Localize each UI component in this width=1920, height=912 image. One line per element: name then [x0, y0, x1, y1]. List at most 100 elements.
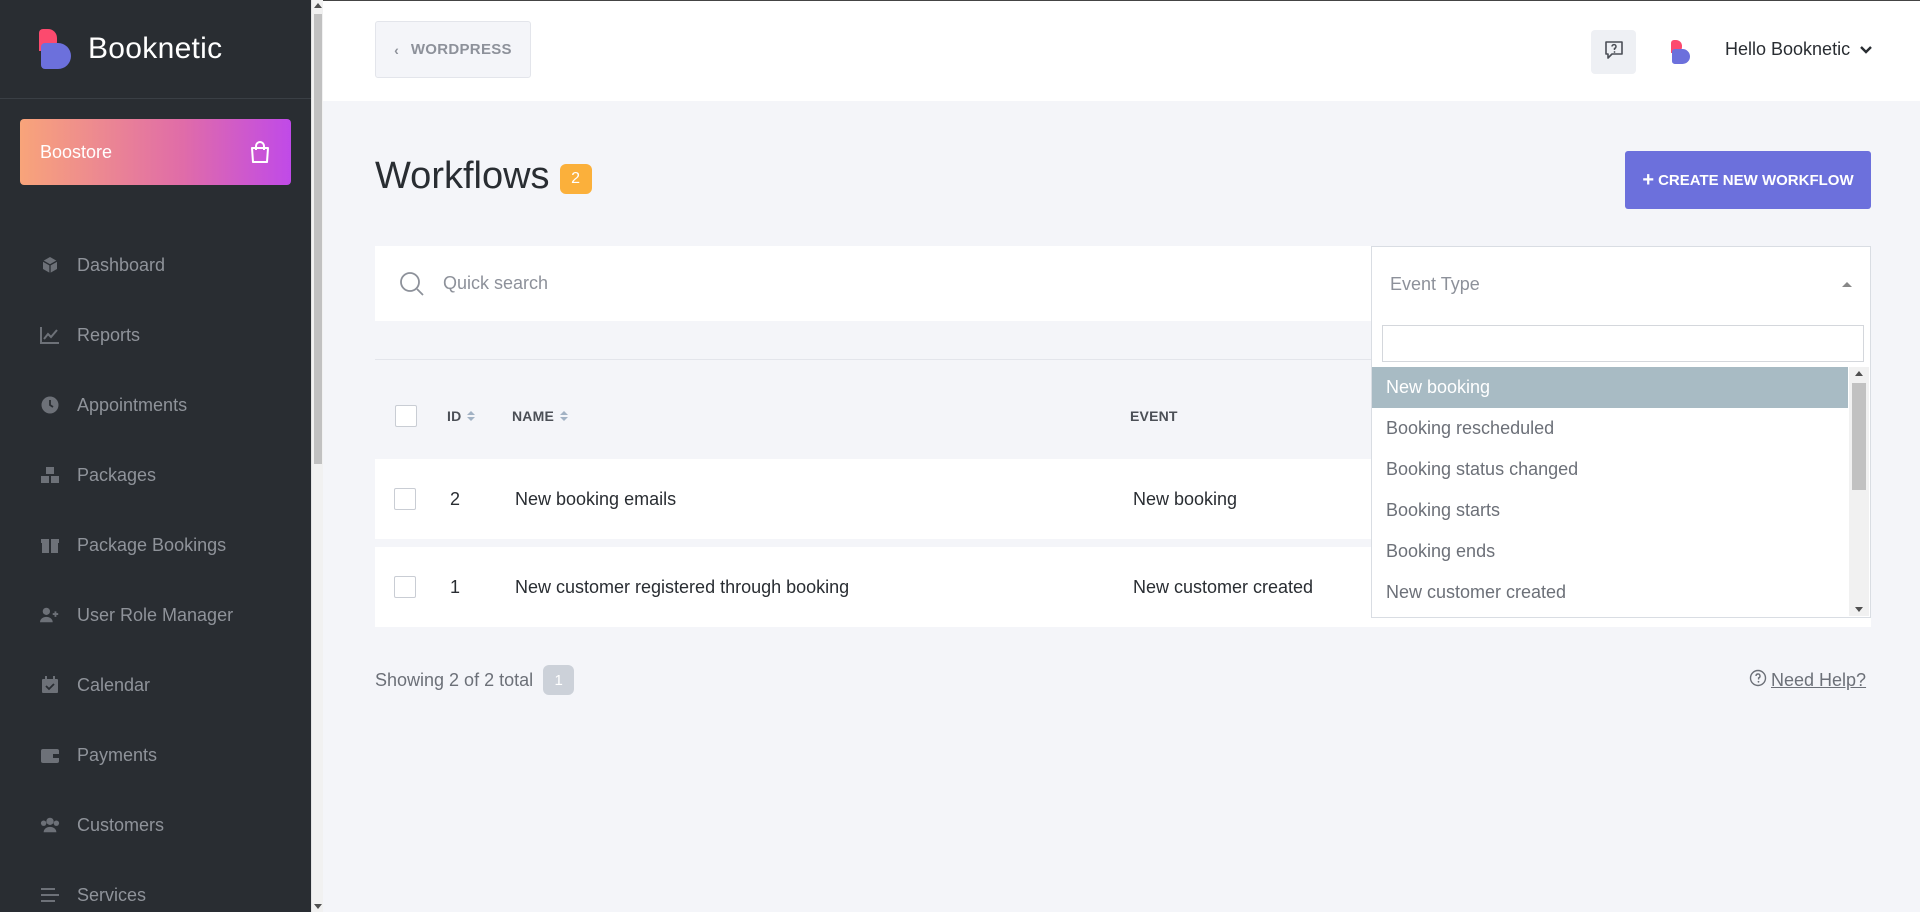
- table-header: ID NAME EVENT: [375, 391, 1371, 441]
- dropdown-option-booking-starts[interactable]: Booking starts: [1372, 490, 1848, 531]
- sort-icon: [467, 411, 476, 421]
- boostore-button[interactable]: Boostore: [20, 119, 291, 185]
- sidebar-item-services[interactable]: Services: [0, 860, 311, 912]
- cube-icon: [40, 255, 60, 275]
- column-label-id: ID: [447, 408, 462, 424]
- search-panel: [375, 246, 1371, 321]
- sidebar-item-appointments[interactable]: Appointments: [0, 370, 311, 440]
- user-plus-icon: [40, 605, 60, 625]
- scroll-down-arrow-icon[interactable]: [1855, 607, 1863, 612]
- boostore-label: Boostore: [40, 141, 113, 162]
- user-greeting: Hello Booknetic: [1725, 39, 1851, 59]
- wallet-icon: [40, 745, 60, 765]
- sidebar-item-calendar[interactable]: Calendar: [0, 650, 311, 720]
- scrollbar-thumb[interactable]: [314, 14, 322, 464]
- dropdown-option-booking-rescheduled[interactable]: Booking rescheduled: [1372, 408, 1848, 449]
- boxes-icon: [40, 465, 60, 485]
- sidebar-item-label: Customers: [77, 814, 165, 835]
- booknetic-logo-icon: [39, 29, 73, 69]
- column-header-name[interactable]: NAME: [512, 391, 569, 441]
- event-type-label: Event Type: [1390, 273, 1480, 294]
- plus-icon: +: [1642, 168, 1655, 191]
- help-chat-button[interactable]: [1591, 30, 1636, 74]
- page-scrollbar[interactable]: [311, 0, 323, 912]
- column-label-event: EVENT: [1130, 408, 1178, 424]
- question-circle-icon: [1749, 669, 1767, 692]
- search-icon: [399, 271, 425, 297]
- column-label-name: NAME: [512, 408, 555, 424]
- gift-box-icon: [40, 535, 60, 555]
- row-id: 2: [450, 488, 461, 509]
- dropdown-option-booking-ends[interactable]: Booking ends: [1372, 531, 1848, 572]
- need-help-link[interactable]: Need Help?: [1749, 669, 1866, 692]
- sidebar-item-label: Package Bookings: [77, 534, 227, 555]
- page-button-1[interactable]: 1: [543, 665, 575, 695]
- row-event: New booking: [1133, 488, 1238, 509]
- list-icon: [40, 885, 60, 905]
- sidebar-item-label: Reports: [77, 324, 141, 345]
- question-chat-icon: [1603, 39, 1625, 66]
- sidebar-item-user-role-manager[interactable]: User Role Manager: [0, 580, 311, 650]
- scroll-up-arrow-icon[interactable]: [1855, 371, 1863, 376]
- sidebar-item-packages[interactable]: Packages: [0, 440, 311, 510]
- row-id: 1: [450, 576, 461, 597]
- create-new-workflow-label: CREATE NEW WORKFLOW: [1658, 171, 1854, 189]
- chart-line-icon: [40, 325, 60, 345]
- users-icon: [40, 815, 60, 835]
- quick-search-input[interactable]: [443, 273, 1343, 294]
- row-checkbox-cell: [394, 547, 416, 627]
- row-checkbox[interactable]: [394, 488, 416, 510]
- count-badge: 2: [559, 163, 592, 194]
- row-checkbox[interactable]: [394, 576, 416, 598]
- sidebar-nav: Dashboard Reports Appointments Packages …: [0, 230, 311, 912]
- need-help-label: Need Help?: [1771, 670, 1867, 690]
- create-new-workflow-button[interactable]: + CREATE NEW WORKFLOW: [1625, 151, 1871, 209]
- brand[interactable]: Booknetic: [0, 0, 311, 99]
- sidebar-item-package-bookings[interactable]: Package Bookings: [0, 510, 311, 580]
- dropdown-scrollbar-thumb[interactable]: [1852, 383, 1866, 490]
- caret-up-icon: [1842, 281, 1852, 287]
- dropdown-option-booking-status-changed[interactable]: Booking status changed: [1372, 449, 1848, 490]
- sidebar-item-label: Appointments: [77, 394, 188, 415]
- row-checkbox-cell: [394, 459, 416, 539]
- sort-icon: [560, 411, 569, 421]
- scroll-down-arrow-icon[interactable]: [314, 904, 322, 909]
- row-name: New booking emails: [515, 488, 677, 509]
- brand-name: Booknetic: [88, 32, 223, 65]
- chevron-left-icon: ‹: [394, 41, 399, 58]
- sidebar-item-label: Payments: [77, 744, 158, 765]
- scroll-up-arrow-icon[interactable]: [314, 3, 322, 8]
- calendar-check-icon: [40, 675, 60, 695]
- select-all-checkbox[interactable]: [395, 405, 417, 427]
- row-event: New customer created: [1133, 576, 1314, 597]
- dropdown-scrollbar[interactable]: [1849, 367, 1869, 616]
- sidebar-item-label: User Role Manager: [77, 604, 234, 625]
- sidebar-item-customers[interactable]: Customers: [0, 790, 311, 860]
- sidebar: Booknetic Boostore Dashboard Reports App…: [0, 0, 311, 912]
- event-type-dropdown: New booking Booking rescheduled Booking …: [1371, 320, 1871, 618]
- sidebar-item-label: Packages: [77, 464, 157, 485]
- sidebar-item-reports[interactable]: Reports: [0, 300, 311, 370]
- shopping-bag-icon: [249, 140, 271, 164]
- pagination-info: Showing 2 of 2 total 1: [375, 665, 575, 695]
- clock-icon: [40, 395, 60, 415]
- row-name: New customer registered through booking: [515, 576, 850, 597]
- top-header: ‹ WORDPRESS Hello Booknetic: [323, 0, 1920, 101]
- page-title-row: Workflows 2: [375, 155, 592, 198]
- dropdown-options: New booking Booking rescheduled Booking …: [1372, 367, 1848, 613]
- event-type-select[interactable]: Event Type: [1371, 246, 1871, 321]
- dropdown-option-new-booking[interactable]: New booking: [1372, 367, 1848, 408]
- column-header-id[interactable]: ID: [447, 391, 476, 441]
- user-menu[interactable]: Hello Booknetic: [1725, 39, 1872, 60]
- dropdown-option-new-customer-created[interactable]: New customer created: [1372, 572, 1848, 613]
- chevron-down-icon: [1860, 41, 1872, 59]
- user-avatar[interactable]: [1671, 40, 1691, 64]
- page-title: Workflows: [375, 155, 550, 197]
- dropdown-search-input[interactable]: [1382, 325, 1864, 362]
- sidebar-item-dashboard[interactable]: Dashboard: [0, 230, 311, 300]
- divider: [375, 359, 1371, 360]
- back-to-wordpress-button[interactable]: ‹ WORDPRESS: [375, 21, 531, 78]
- sidebar-item-label: Services: [77, 884, 147, 905]
- sidebar-item-payments[interactable]: Payments: [0, 720, 311, 790]
- back-to-wordpress-label: WORDPRESS: [410, 41, 512, 58]
